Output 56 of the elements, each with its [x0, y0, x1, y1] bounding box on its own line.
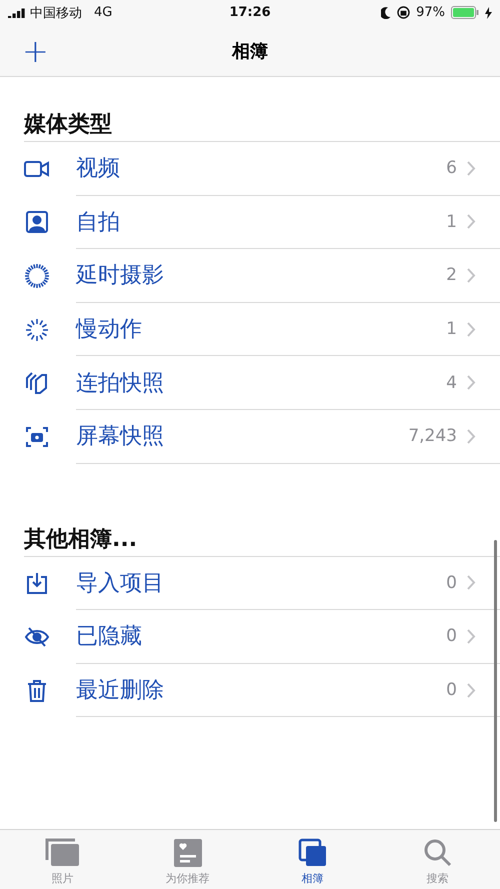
- chevron-icon: [467, 322, 476, 337]
- item-count: 0: [446, 572, 457, 593]
- item-count: 0: [446, 680, 457, 700]
- tab-bar-item[interactable]: 相簿: [250, 830, 375, 889]
- section-title: 媒体类型: [22, 111, 113, 139]
- album-row[interactable]: 连拍快照 4: [76, 356, 500, 410]
- item-count: 0: [446, 626, 457, 646]
- chevron-icon: [467, 575, 476, 590]
- album-name: 已隐藏: [76, 623, 143, 652]
- download-tray-icon: [24, 570, 50, 596]
- section-title: 其他相簿...: [23, 526, 138, 554]
- album-name: 屏幕快照: [76, 423, 165, 452]
- item-count: 1: [446, 319, 457, 340]
- album-name: 自拍: [76, 208, 121, 237]
- chevron-icon: [467, 628, 476, 644]
- item-count: 7,243: [408, 426, 457, 446]
- album-name: 延时摄影: [76, 262, 165, 290]
- carrier-name: 中国移动: [30, 4, 82, 22]
- moon-icon: [381, 6, 392, 18]
- rotation-lock-icon: [397, 6, 410, 19]
- person-portrait-icon: [24, 209, 50, 236]
- item-count: 2: [446, 265, 457, 286]
- heart-card-icon: [172, 838, 202, 868]
- item-count: 4: [446, 372, 457, 393]
- stacked-cards-icon: [24, 370, 50, 396]
- status-time: 17:26: [229, 5, 271, 20]
- dotted-circle-icon: [24, 262, 50, 289]
- battery-percent: 97%: [416, 5, 446, 20]
- album-name: 慢动作: [76, 316, 143, 344]
- battery-icon: [451, 6, 480, 19]
- chevron-icon: [467, 428, 476, 444]
- album-row[interactable]: 慢动作 1: [76, 302, 500, 356]
- album-row[interactable]: 延时摄影 2: [76, 249, 500, 303]
- page-title: 相簿: [232, 40, 268, 62]
- item-count: 6: [446, 158, 457, 178]
- item-count: 1: [446, 212, 457, 232]
- dotted-circle-icon: [24, 316, 50, 343]
- add-button[interactable]: +: [22, 34, 49, 66]
- album-stack-icon: [298, 838, 328, 868]
- chevron-icon: [467, 682, 476, 698]
- chevron-icon: [467, 268, 476, 283]
- search-icon: [422, 838, 452, 868]
- album-name: 导入项目: [76, 570, 165, 598]
- album-row[interactable]: 自拍 1: [76, 196, 500, 250]
- album-name: 视频: [76, 155, 121, 184]
- network-type: 4G: [94, 5, 112, 20]
- album-row[interactable]: 视频 6: [76, 142, 500, 196]
- album-name: 最近删除: [76, 677, 165, 706]
- photo-stack-icon: [44, 838, 80, 868]
- chevron-icon: [467, 375, 476, 390]
- chevron-icon: [467, 214, 476, 230]
- album-row[interactable]: 屏幕快照 7,243: [76, 410, 500, 464]
- charging-bolt-icon: [485, 6, 492, 18]
- signal-icon: [8, 8, 26, 18]
- chevron-icon: [467, 160, 476, 176]
- album-name: 连拍快照: [76, 370, 165, 398]
